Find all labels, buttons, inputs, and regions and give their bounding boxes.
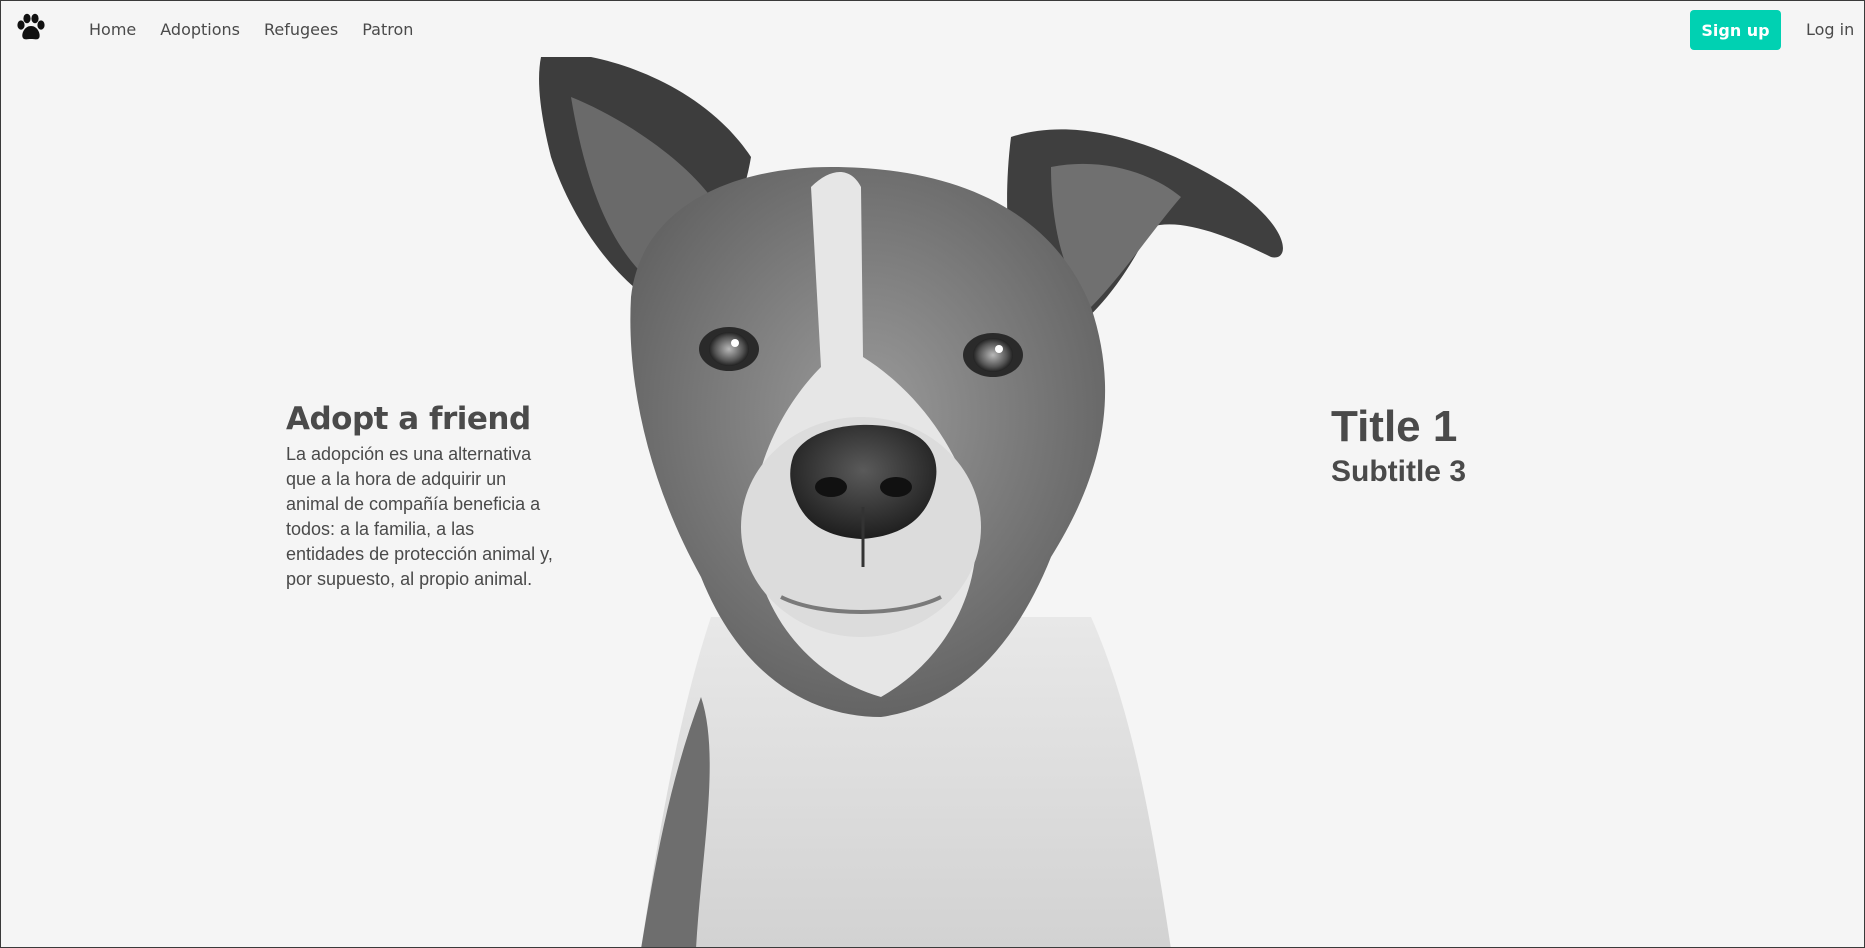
login-link[interactable]: Log in [1806, 1, 1854, 59]
nav-patron[interactable]: Patron [350, 1, 425, 59]
nav-refugees[interactable]: Refugees [252, 1, 350, 59]
navbar: Home Adoptions Refugees Patron Sign up L… [1, 1, 1864, 59]
paw-icon[interactable] [15, 13, 47, 43]
nav-links: Home Adoptions Refugees Patron [77, 1, 425, 59]
nav-adoptions[interactable]: Adoptions [148, 1, 252, 59]
signup-button[interactable]: Sign up [1690, 10, 1781, 50]
hero-title: Title 1 [1331, 402, 1458, 451]
page: Home Adoptions Refugees Patron Sign up L… [0, 0, 1865, 948]
adopt-description: La adopción es una alternativa que a la … [286, 444, 553, 590]
adopt-title: Adopt a friend [286, 401, 531, 437]
dog-portrait-image [539, 57, 1283, 947]
adopt-section: Adopt a friend La adopción es una altern… [286, 401, 556, 592]
title-section: Title 1 Subtitle 3 [1331, 401, 1466, 490]
hero-subtitle: Subtitle 3 [1331, 454, 1467, 488]
nav-home[interactable]: Home [77, 1, 148, 59]
